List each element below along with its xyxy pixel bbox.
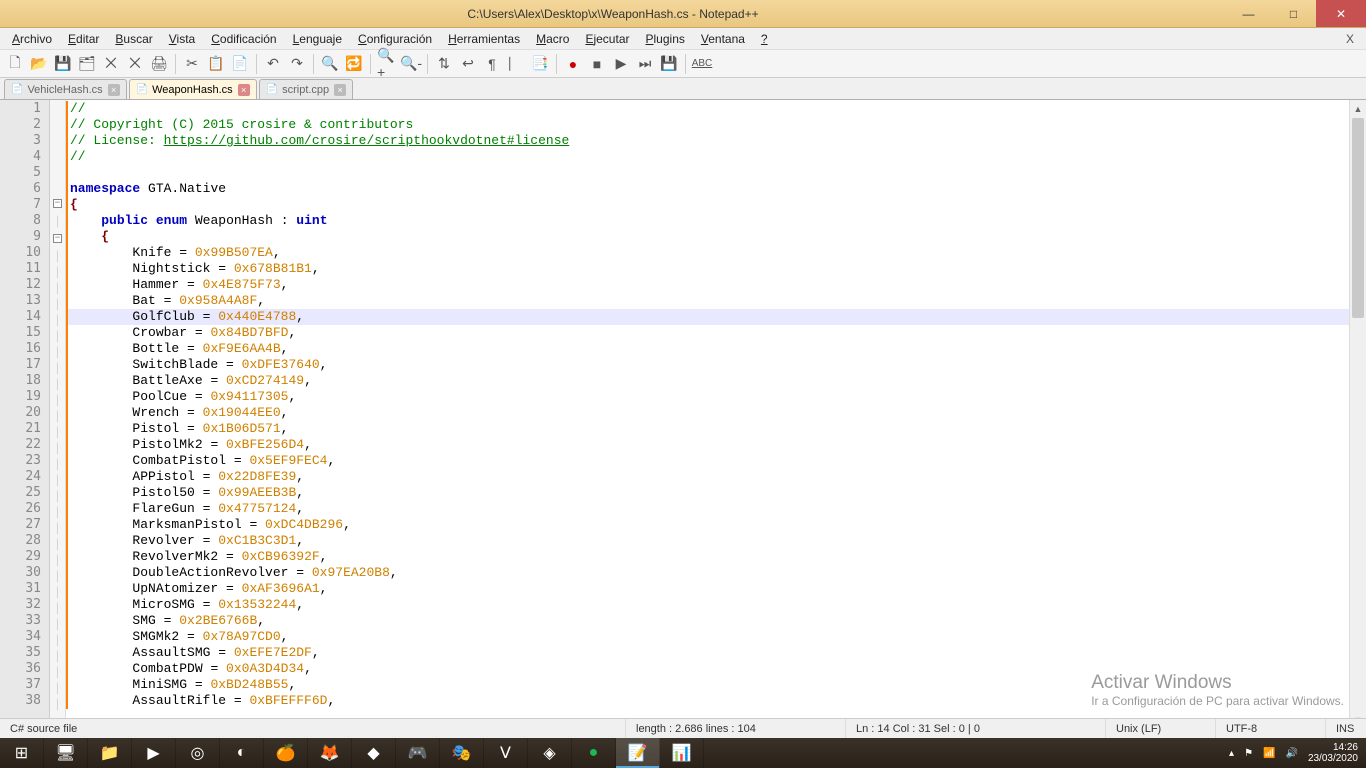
visualstudio-icon[interactable]: ◈ xyxy=(528,738,572,768)
undo-icon[interactable]: ↶ xyxy=(262,53,284,75)
maximize-button[interactable]: □ xyxy=(1271,0,1316,27)
redo-icon[interactable]: ↷ xyxy=(286,53,308,75)
zoom-in-icon[interactable]: 🔍+ xyxy=(376,53,398,75)
menu-herramientas[interactable]: Herramientas xyxy=(440,30,528,48)
taskbar: ⊞ 🖥 📁 ▶ ◎ ◐ 🍊 🦊 ◆ 🎮 🎭 Ⅴ ◈ ● 📝 📊 ▴ ⚑ 📶 🔊 … xyxy=(0,738,1366,768)
tray-chevron-icon[interactable]: ▴ xyxy=(1229,748,1234,759)
title-bar: C:\Users\Alex\Desktop\x\WeaponHash.cs - … xyxy=(0,0,1366,28)
tab-close-icon[interactable]: × xyxy=(334,84,346,96)
flstudio-icon[interactable]: 🍊 xyxy=(264,738,308,768)
vertical-scrollbar[interactable]: ▲ ▼ xyxy=(1349,100,1366,728)
close-all-icon[interactable]: ⨉ xyxy=(124,53,146,75)
status-length: length : 2.686 lines : 104 xyxy=(626,719,846,738)
chrome-icon[interactable]: ◎ xyxy=(176,738,220,768)
tab-bar: 📄 VehicleHash.cs × 📄 WeaponHash.cs × 📄 script.c… xyxy=(0,78,1366,100)
taskbar-app-10[interactable]: 🎭 xyxy=(440,738,484,768)
macro-save-icon[interactable]: 💾 xyxy=(658,53,680,75)
window-title: C:\Users\Alex\Desktop\x\WeaponHash.cs - … xyxy=(0,7,1226,21)
tray-volume-icon[interactable]: 🔊 xyxy=(1285,748,1297,759)
find-icon[interactable]: 🔍 xyxy=(319,53,341,75)
paste-icon[interactable]: 📄 xyxy=(229,53,251,75)
spotify-icon[interactable]: ● xyxy=(572,738,616,768)
replace-icon[interactable]: 🔁 xyxy=(343,53,365,75)
scroll-up-icon[interactable]: ▲ xyxy=(1350,100,1366,117)
status-filetype: C# source file xyxy=(0,719,626,738)
menu-archivo[interactable]: Archivo xyxy=(4,30,60,48)
menu-?[interactable]: ? xyxy=(753,30,776,48)
tab-weaponhash-cs[interactable]: 📄 WeaponHash.cs × xyxy=(129,79,257,99)
tab-label: VehicleHash.cs xyxy=(27,84,102,96)
save-all-icon[interactable]: 🗂 xyxy=(76,53,98,75)
file-icon: 📄 xyxy=(11,84,23,95)
zoom-out-icon[interactable]: 🔍- xyxy=(400,53,422,75)
gamepad-icon[interactable]: 🎮 xyxy=(396,738,440,768)
menu-macro[interactable]: Macro xyxy=(528,30,577,48)
print-icon[interactable]: 🖨 xyxy=(148,53,170,75)
macro-record-icon[interactable]: ● xyxy=(562,53,584,75)
taskbar-app-5[interactable]: ◐ xyxy=(220,738,264,768)
sims-icon[interactable]: ◆ xyxy=(352,738,396,768)
menu-buscar[interactable]: Buscar xyxy=(107,30,160,48)
scrollbar-thumb[interactable] xyxy=(1352,118,1364,318)
taskbar-app-1[interactable]: 🖥 xyxy=(44,738,88,768)
tab-label: WeaponHash.cs xyxy=(152,84,233,96)
wordwrap-icon[interactable]: ↩ xyxy=(457,53,479,75)
save-icon[interactable]: 💾 xyxy=(52,53,74,75)
tab-script-cpp[interactable]: 📄 script.cpp × xyxy=(259,79,354,99)
spellcheck-icon[interactable]: ABC xyxy=(691,53,713,75)
show-all-chars-icon[interactable]: ¶ xyxy=(481,53,503,75)
copy-icon[interactable]: 📋 xyxy=(205,53,227,75)
menu-lenguaje[interactable]: Lenguaje xyxy=(285,30,350,48)
tray-clock[interactable]: 14:26 23/03/2020 xyxy=(1308,742,1358,764)
gtav-icon[interactable]: Ⅴ xyxy=(484,738,528,768)
file-icon: 📄 xyxy=(136,84,148,95)
new-file-icon[interactable]: 🗋 xyxy=(4,53,26,75)
macro-play-multi-icon[interactable]: ⏭ xyxy=(634,53,656,75)
status-ins: INS xyxy=(1326,719,1366,738)
status-position: Ln : 14 Col : 31 Sel : 0 | 0 xyxy=(846,719,1106,738)
minimize-button[interactable]: — xyxy=(1226,0,1271,27)
mdi-close-icon[interactable]: X xyxy=(1338,32,1362,46)
editor: 1234567891011121314151617181920212223242… xyxy=(0,100,1366,728)
line-number-gutter: 1234567891011121314151617181920212223242… xyxy=(0,100,50,728)
menu-bar: ArchivoEditarBuscarVistaCodificaciónLeng… xyxy=(0,28,1366,50)
macro-play-icon[interactable]: ▶ xyxy=(610,53,632,75)
open-file-icon[interactable]: 📂 xyxy=(28,53,50,75)
close-button[interactable]: ✕ xyxy=(1316,0,1366,27)
menu-ejecutar[interactable]: Ejecutar xyxy=(577,30,637,48)
lang-icon[interactable]: 📑 xyxy=(529,53,551,75)
tab-close-icon[interactable]: × xyxy=(238,84,250,96)
tab-vehiclehash-cs[interactable]: 📄 VehicleHash.cs × xyxy=(4,79,127,99)
cut-icon[interactable]: ✂ xyxy=(181,53,203,75)
close-file-icon[interactable]: ⨉ xyxy=(100,53,122,75)
media-player-icon[interactable]: ▶ xyxy=(132,738,176,768)
notepadpp-icon[interactable]: 📝 xyxy=(616,738,660,768)
system-tray[interactable]: ▴ ⚑ 📶 🔊 14:26 23/03/2020 xyxy=(1221,742,1366,764)
file-explorer-icon[interactable]: 📁 xyxy=(88,738,132,768)
window-controls: — □ ✕ xyxy=(1226,0,1366,27)
tray-network-icon[interactable]: 📶 xyxy=(1263,748,1275,759)
tray-flag-icon[interactable]: ⚑ xyxy=(1244,748,1253,759)
code-area[interactable]: //// Copyright (C) 2015 crosire & contri… xyxy=(66,100,1366,728)
menu-editar[interactable]: Editar xyxy=(60,30,107,48)
start-button[interactable]: ⊞ xyxy=(0,738,44,768)
taskbar-app-15[interactable]: 📊 xyxy=(660,738,704,768)
status-bar: C# source file length : 2.686 lines : 10… xyxy=(0,718,1366,738)
indent-guide-icon[interactable]: ⎸ xyxy=(505,53,527,75)
file-icon: 📄 xyxy=(266,84,278,95)
tab-close-icon[interactable]: × xyxy=(108,84,120,96)
toolbar: 🗋 📂 💾 🗂 ⨉ ⨉ 🖨 ✂ 📋 📄 ↶ ↷ 🔍 🔁 🔍+ 🔍- ⇅ ↩ ¶ … xyxy=(0,50,1366,78)
tab-label: script.cpp xyxy=(282,84,329,96)
status-encoding: UTF-8 xyxy=(1216,719,1326,738)
firefox-icon[interactable]: 🦊 xyxy=(308,738,352,768)
menu-vista[interactable]: Vista xyxy=(161,30,203,48)
menu-ventana[interactable]: Ventana xyxy=(693,30,753,48)
fold-margin: −│−│││││││││││││││││││││││││││││ xyxy=(50,100,66,728)
menu-codificación[interactable]: Codificación xyxy=(203,30,284,48)
sync-scroll-icon[interactable]: ⇅ xyxy=(433,53,455,75)
status-eol: Unix (LF) xyxy=(1106,719,1216,738)
menu-plugins[interactable]: Plugins xyxy=(638,30,693,48)
macro-stop-icon[interactable]: ■ xyxy=(586,53,608,75)
menu-configuración[interactable]: Configuración xyxy=(350,30,440,48)
